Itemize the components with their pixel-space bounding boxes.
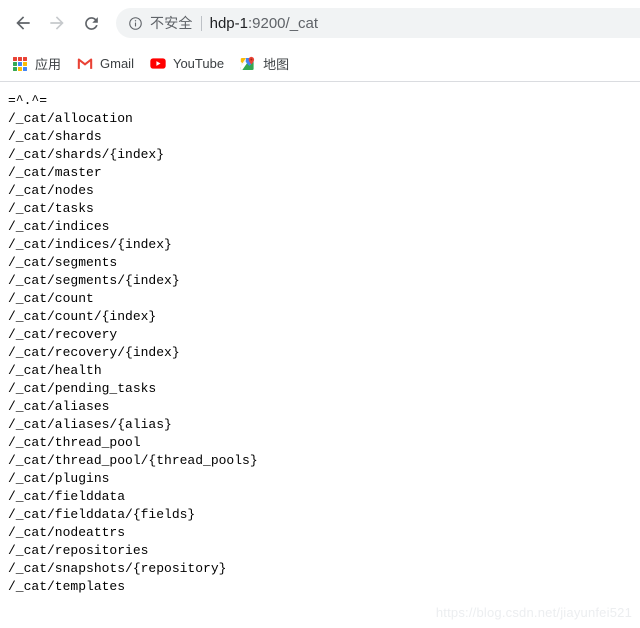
arrow-left-icon — [13, 13, 33, 33]
youtube-icon — [150, 56, 166, 72]
url-text: hdp-1:9200/_cat — [210, 15, 318, 32]
reload-button[interactable] — [74, 6, 108, 40]
back-button[interactable] — [6, 6, 40, 40]
google-maps-icon — [240, 56, 256, 72]
arrow-right-icon — [47, 13, 67, 33]
forward-button[interactable] — [40, 6, 74, 40]
bookmark-gmail[interactable]: Gmail — [75, 51, 142, 77]
info-circle-icon[interactable] — [127, 15, 143, 31]
bookmark-apps[interactable]: 应用 — [10, 51, 69, 77]
reload-icon — [82, 14, 101, 33]
cat-endpoints-listing: =^.^= /_cat/allocation /_cat/shards /_ca… — [8, 93, 258, 594]
bookmark-maps[interactable]: 地图 — [238, 51, 297, 77]
bookmark-youtube[interactable]: YouTube — [148, 51, 232, 77]
bookmark-gmail-label: Gmail — [100, 56, 134, 71]
bookmark-maps-label: 地图 — [263, 57, 290, 72]
browser-window: 不安全 hdp-1:9200/_cat 应用 Gmail YouTube 地图 … — [0, 0, 640, 628]
apps-grid-icon — [12, 56, 28, 72]
security-status-label: 不安全 — [150, 15, 193, 31]
bookmark-youtube-label: YouTube — [172, 56, 225, 71]
url-host: hdp-1 — [209, 14, 248, 32]
page-content: =^.^= /_cat/allocation /_cat/shards /_ca… — [0, 82, 640, 628]
watermark-text: https://blog.csdn.net/jiayunfei521 — [435, 605, 632, 620]
omnibox-divider — [200, 15, 202, 31]
url-path: :9200/_cat — [247, 14, 319, 32]
bookmark-apps-label: 应用 — [35, 57, 62, 72]
bookmarks-bar: 应用 Gmail YouTube 地图 — [0, 46, 640, 82]
browser-toolbar: 不安全 hdp-1:9200/_cat — [0, 0, 640, 46]
address-bar[interactable]: 不安全 hdp-1:9200/_cat — [116, 8, 640, 38]
gmail-icon — [77, 56, 93, 72]
